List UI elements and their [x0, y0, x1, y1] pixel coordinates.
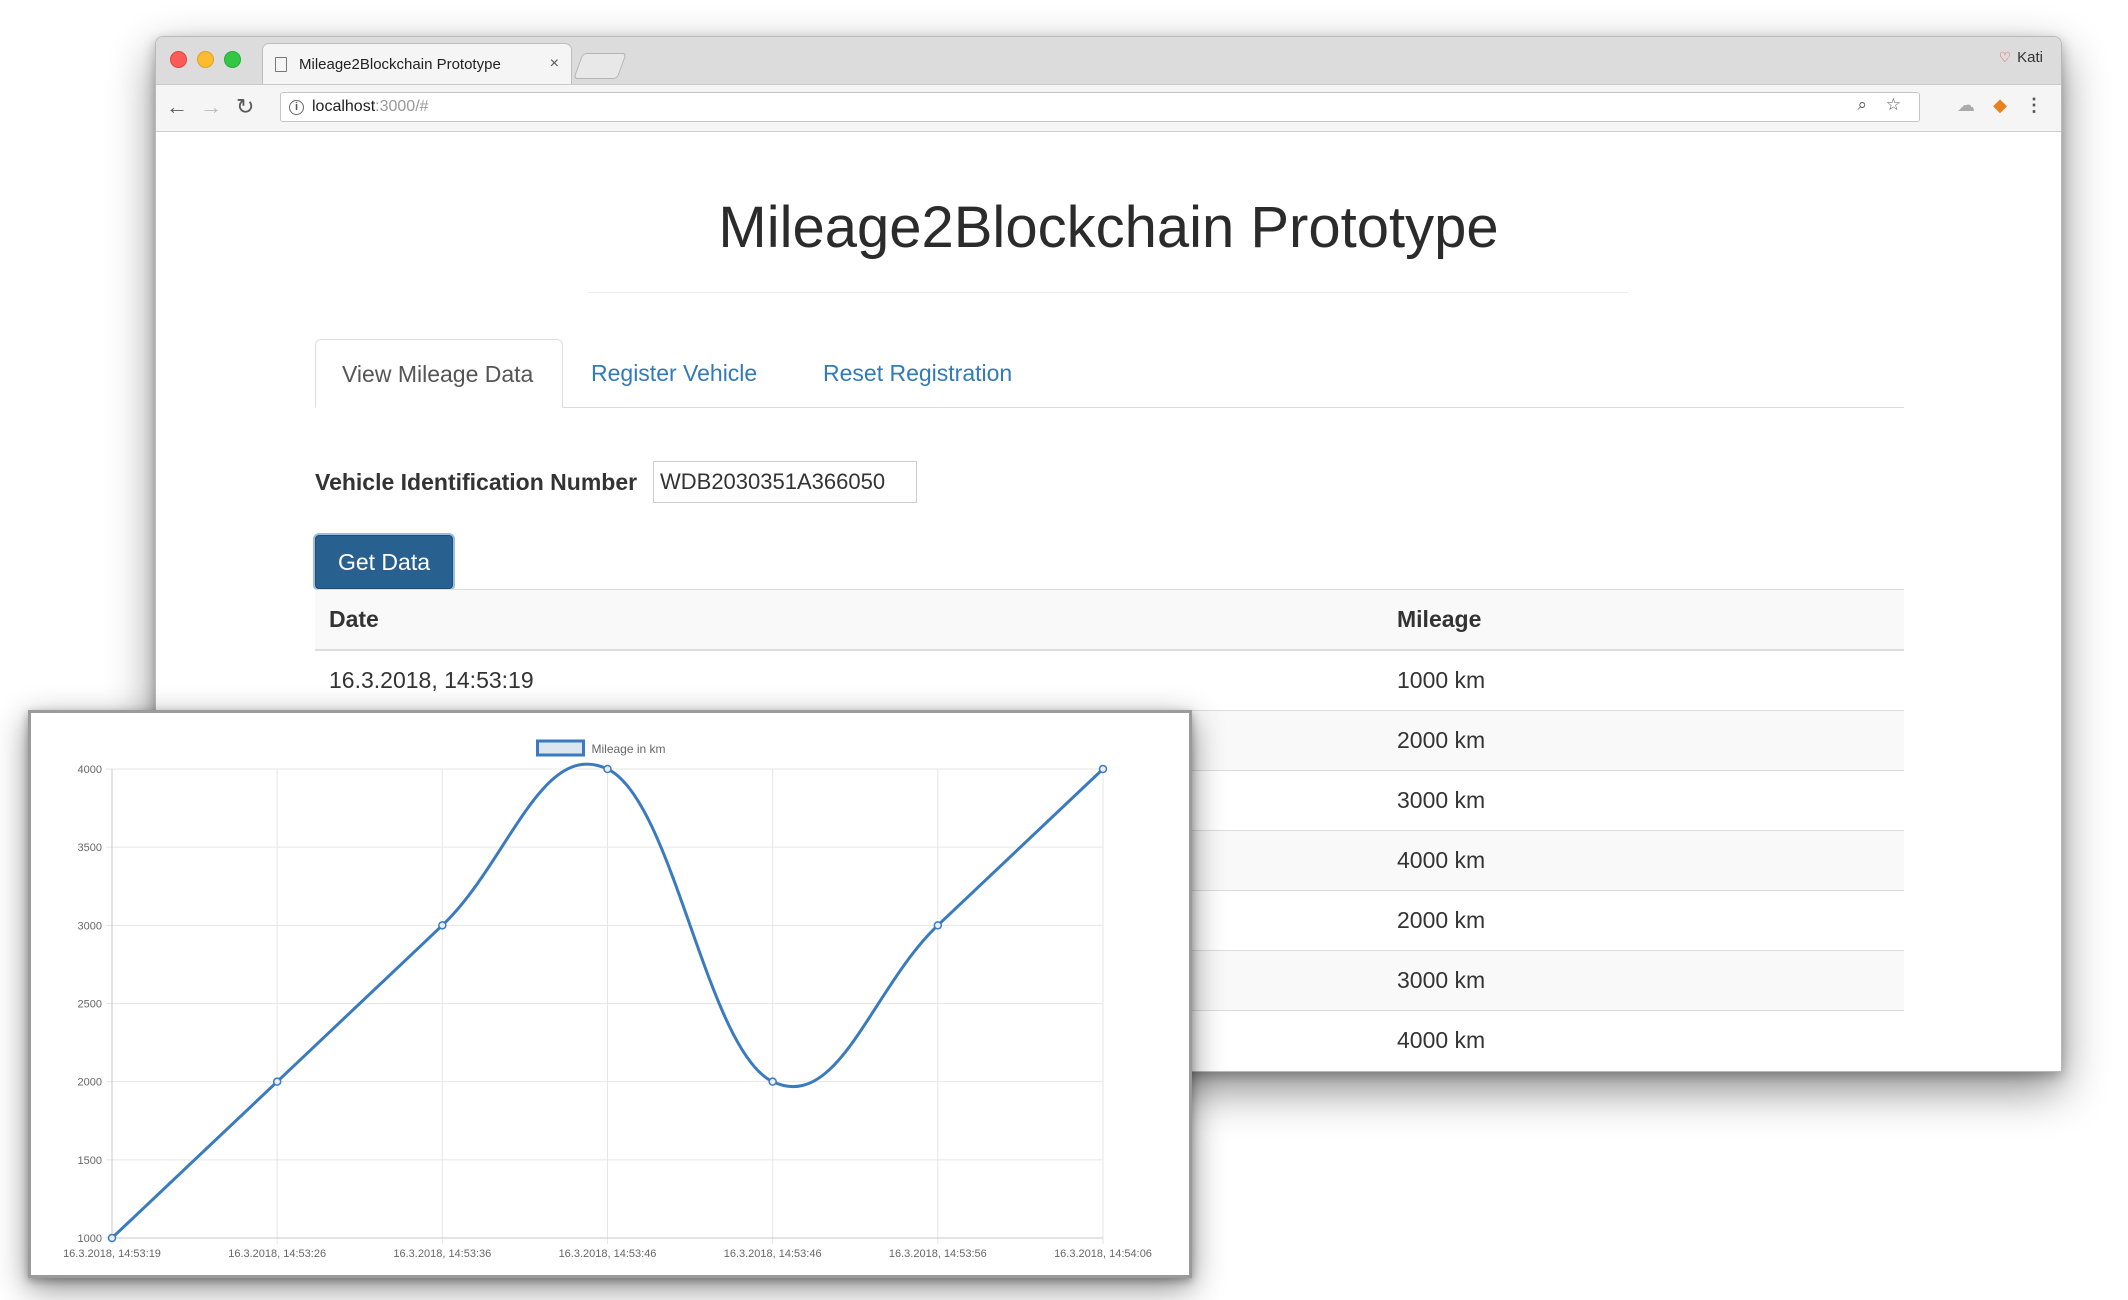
vin-label: Vehicle Identification Number [315, 469, 638, 495]
data-point [933, 921, 943, 930]
profile-icon: ♡ [1998, 49, 2012, 65]
data-point [1098, 764, 1108, 774]
date-cell: 16.3.2018, 14:53:19 [315, 649, 1383, 711]
url-host: localhost [312, 98, 376, 115]
x-tick-label: 16.3.2018, 14:54:06 [1054, 1248, 1152, 1260]
y-tick-label: 3000 [78, 920, 102, 932]
legend-swatch [536, 739, 585, 757]
get-data-button[interactable]: Get Data [315, 535, 453, 589]
tab-view-mileage-data[interactable]: View Mileage Data [315, 339, 563, 408]
x-tick-label: 16.3.2018, 14:53:26 [228, 1248, 326, 1260]
tab-register-vehicle[interactable]: Register Vehicle [565, 339, 783, 407]
data-point [603, 764, 612, 774]
y-tick-label: 2000 [78, 1077, 102, 1089]
reload-icon[interactable]: ↻ [236, 94, 254, 120]
address-bar[interactable]: i localhost :3000/# ⌕ ☆ [280, 92, 1920, 122]
browser-toolbar: ← → ↻ i localhost :3000/# ⌕ ☆ ☁ ◆ ⋮ [156, 85, 2061, 132]
back-icon[interactable]: ← [166, 94, 188, 120]
mileage-column-header: Mileage [1383, 589, 1904, 651]
zoom-window-button[interactable] [224, 51, 241, 68]
profile-button[interactable]: ♡ Kati [1999, 49, 2043, 66]
close-window-button[interactable] [170, 51, 187, 68]
minimize-window-button[interactable] [197, 51, 214, 68]
mileage-cell: 2000 km [1383, 710, 1904, 771]
data-point [768, 1077, 777, 1086]
nav-tabs: View Mileage Data Register Vehicle Reset… [315, 339, 1904, 408]
y-tick-label: 4000 [78, 764, 102, 776]
browser-tab[interactable]: Mileage2Blockchain Prototype × [262, 43, 572, 84]
tab-reset-registration[interactable]: Reset Registration [797, 339, 1038, 407]
data-point [272, 1077, 282, 1086]
page-icon [275, 56, 287, 72]
mileage-cell: 4000 km [1383, 1010, 1904, 1070]
mileage-cell: 2000 km [1383, 890, 1904, 951]
cloud-extension-icon[interactable]: ☁ [1957, 95, 1975, 116]
table-row: 16.3.2018, 14:53:19 1000 km [315, 649, 1904, 711]
date-column-header: Date [315, 589, 1383, 651]
legend-label: Mileage in km [592, 742, 666, 756]
mileage-cell: 1000 km [1383, 649, 1904, 711]
zoom-icon[interactable]: ⌕ [1857, 95, 1867, 115]
y-tick-label: 3500 [78, 842, 102, 854]
profile-name: Kati [2017, 49, 2043, 66]
vin-input[interactable] [653, 461, 917, 503]
data-point [438, 921, 447, 930]
browser-menu-icon[interactable]: ⋮ [2025, 95, 2043, 116]
url-path: :3000/# [375, 98, 429, 115]
x-tick-label: 16.3.2018, 14:53:36 [393, 1248, 491, 1260]
metamask-fox-icon[interactable]: ◆ [1993, 95, 2007, 116]
table-header-row: Date Mileage [315, 589, 1904, 651]
x-tick-label: 16.3.2018, 14:53:56 [889, 1248, 987, 1260]
y-tick-label: 1500 [78, 1155, 102, 1167]
browser-tab-title: Mileage2Blockchain Prototype [299, 55, 501, 73]
x-tick-label: 16.3.2018, 14:53:46 [724, 1248, 822, 1260]
close-tab-icon[interactable]: × [550, 55, 559, 73]
info-icon[interactable]: i [289, 99, 304, 115]
mileage-cell: 3000 km [1383, 770, 1904, 831]
mileage-cell: 4000 km [1383, 830, 1904, 891]
mileage-cell: 3000 km [1383, 950, 1904, 1011]
data-point [107, 1233, 117, 1243]
x-tick-label: 16.3.2018, 14:53:19 [63, 1248, 161, 1260]
tab-strip: Mileage2Blockchain Prototype × ♡ Kati [156, 37, 2061, 85]
forward-icon[interactable]: → [200, 94, 222, 120]
bookmark-star-icon[interactable]: ☆ [1886, 95, 1901, 115]
mileage-line-chart: 1000 1500 2000 2500 3000 3500 4000 16.3.2018, 1… [63, 739, 1152, 1260]
title-divider [588, 292, 1628, 293]
page-title: Mileage2Blockchain Prototype [718, 195, 1499, 260]
new-tab-button[interactable] [573, 53, 627, 79]
mileage-chart-panel: 1000 1500 2000 2500 3000 3500 4000 16.3.2018, 1… [28, 710, 1192, 1278]
x-tick-label: 16.3.2018, 14:53:46 [559, 1248, 657, 1260]
y-tick-label: 2500 [78, 999, 102, 1011]
y-tick-label: 1000 [78, 1233, 102, 1245]
